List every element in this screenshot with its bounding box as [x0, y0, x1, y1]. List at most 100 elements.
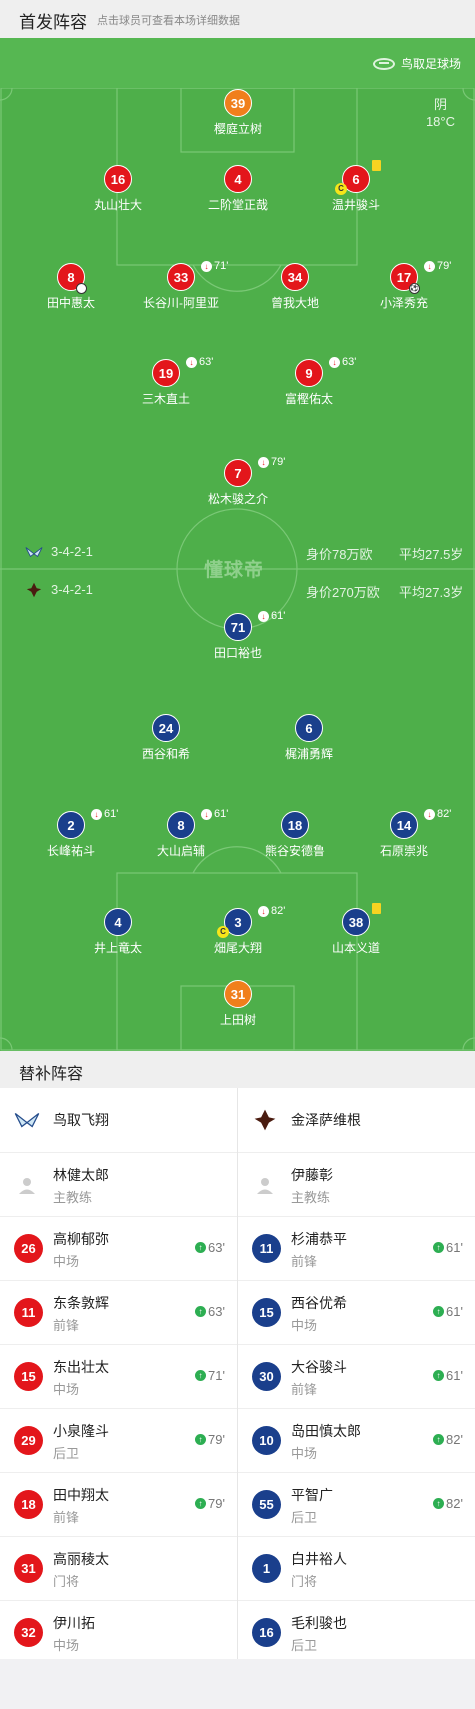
- sub-time: 82': [271, 905, 286, 917]
- home-player[interactable]: 8 田中惠太: [21, 263, 121, 311]
- sub-on-icon: ↑: [433, 1498, 445, 1509]
- away-team-crest-icon: [254, 1109, 276, 1131]
- sub-time: 71': [214, 260, 229, 272]
- away-formation-row: 3-4-2-1 身价270万欧 平均27.3岁: [0, 581, 475, 601]
- home-bench: 鸟取飞翔 林健太郎 主教练 26 高柳郁弥 中场 ↑ 63' 11 东条敦辉 前锋…: [0, 1088, 237, 1664]
- player-name: 三木直土: [141, 392, 190, 406]
- bench-player-row[interactable]: 55 平智广 后卫 ↑ 82': [238, 1473, 475, 1537]
- bench-player-number: 10: [252, 1426, 281, 1455]
- sub-off-icon: ↓: [258, 610, 269, 622]
- sub-on-icon: ↑: [195, 1306, 207, 1317]
- away-player[interactable]: 24 西谷和希: [116, 714, 216, 762]
- bench-player-position: 门将: [291, 1574, 318, 1589]
- sub-on-icon: ↑: [433, 1242, 445, 1253]
- sub-time: 82': [437, 808, 452, 820]
- player-number: 3: [234, 915, 242, 930]
- bench-player-row[interactable]: 16 毛利骏也 后卫: [238, 1601, 475, 1664]
- player-number-wrap: 38: [342, 903, 381, 936]
- bench-player-row[interactable]: 29 小泉隆斗 后卫 ↑ 79': [0, 1409, 237, 1473]
- away-player[interactable]: 38 山本义道: [306, 903, 406, 956]
- player-number: 33: [173, 270, 189, 285]
- player-number: 16: [104, 165, 132, 193]
- bench-player-row[interactable]: 30 大谷骏斗 前锋 ↑ 61': [238, 1345, 475, 1409]
- home-player[interactable]: 17 ⚽ ↓ 79' 小泽秀充: [354, 260, 454, 311]
- sub-on-badge: ↑ 82': [433, 1496, 463, 1511]
- bench-player-row[interactable]: 32 伊川拓 中场: [0, 1601, 237, 1664]
- away-player[interactable]: 6 梶浦勇辉: [259, 714, 359, 762]
- home-player[interactable]: 4 二阶堂正哉: [188, 165, 288, 213]
- home-player[interactable]: 6 C 温井骏斗: [306, 160, 406, 213]
- goal-ball-icon: ⚽: [409, 283, 420, 294]
- captain-badge: C: [217, 926, 229, 938]
- bench-player-position: 前锋: [53, 1510, 80, 1525]
- home-player-goalkeeper[interactable]: 39 樱庭立树: [188, 89, 288, 137]
- sub-time: 79': [271, 456, 286, 468]
- home-player[interactable]: 34 曾我大地: [245, 263, 345, 311]
- sub-off-icon: ↓: [201, 260, 212, 272]
- home-formation-row: 3-4-2-1 身价78万欧 平均27.5岁: [0, 543, 475, 563]
- sub-on-icon: ↑: [195, 1434, 207, 1445]
- away-team-name: 金泽萨维根: [291, 1112, 361, 1128]
- player-name: 田口裕也: [213, 646, 262, 660]
- player-number-wrap: 3 C: [217, 908, 252, 938]
- sub-time: 71': [208, 1368, 225, 1383]
- bench-player-position: 中场: [291, 1446, 318, 1461]
- home-team-crest-icon: [14, 1112, 40, 1128]
- coach-name: 林健太郎: [53, 1167, 109, 1183]
- bench-player-name: 杉浦恭平: [291, 1231, 347, 1247]
- sub-on-badge: ↑ 79': [195, 1496, 225, 1511]
- player-number: 4: [104, 908, 132, 936]
- bench-player-row[interactable]: 26 高柳郁弥 中场 ↑ 63': [0, 1217, 237, 1281]
- away-market-value: 身价270万欧: [306, 585, 380, 600]
- sub-time: 61': [446, 1240, 463, 1255]
- bench-player-row[interactable]: 15 西谷优希 中场 ↑ 61': [238, 1281, 475, 1345]
- bench-player-row[interactable]: 11 东条敦辉 前锋 ↑ 63': [0, 1281, 237, 1345]
- away-player[interactable]: 3 C ↓ 82' 畑尾大翔: [188, 905, 288, 956]
- home-player[interactable]: 9 ↓ 63' 富樫佑太: [259, 356, 359, 407]
- bench-player-number: 55: [252, 1490, 281, 1519]
- away-player[interactable]: 18 熊谷安德鲁: [245, 811, 345, 859]
- bench-player-row[interactable]: 10 岛田慎太郎 中场 ↑ 82': [238, 1409, 475, 1473]
- home-coach-row[interactable]: 林健太郎 主教练: [0, 1153, 237, 1217]
- bench-player-row[interactable]: 1 白井裕人 门将: [238, 1537, 475, 1601]
- bench-player-row[interactable]: 31 高丽稜太 门将: [0, 1537, 237, 1601]
- home-player[interactable]: 16 丸山壮大: [68, 165, 168, 213]
- away-player[interactable]: 14 ↓ 82' 石原崇兆: [354, 808, 454, 859]
- bench-player-position: 前锋: [291, 1382, 318, 1397]
- bench-player-position: 门将: [53, 1574, 80, 1589]
- venue-info: 鸟取足球场: [372, 55, 461, 72]
- bench-player-name: 岛田慎太郎: [291, 1423, 361, 1439]
- player-number: 2: [57, 811, 85, 839]
- away-coach-row[interactable]: 伊藤彰 主教练: [238, 1153, 475, 1217]
- player-number: 6: [352, 172, 360, 187]
- away-player[interactable]: 8 ↓ 61' 大山启辅: [131, 808, 231, 859]
- player-number: 18: [281, 811, 309, 839]
- bench-player-position: 后卫: [291, 1510, 318, 1525]
- player-number: 71: [224, 613, 252, 641]
- sub-on-icon: ↑: [195, 1498, 207, 1509]
- bench-player-row[interactable]: 18 田中翔太 前锋 ↑ 79': [0, 1473, 237, 1537]
- bench-list: 鸟取飞翔 林健太郎 主教练 26 高柳郁弥 中场 ↑ 63' 11 东条敦辉 前锋…: [0, 1088, 475, 1659]
- away-player-goalkeeper[interactable]: 31 上田树: [188, 980, 288, 1028]
- player-name: 松木骏之介: [207, 492, 268, 506]
- sub-time: 79': [208, 1496, 225, 1511]
- home-player[interactable]: 19 ↓ 63' 三木直土: [116, 356, 216, 407]
- sub-off-icon: ↓: [329, 356, 340, 368]
- home-player[interactable]: 7 ↓ 79' 松木骏之介: [188, 456, 288, 507]
- sub-time: 63': [342, 356, 357, 368]
- away-player[interactable]: 2 ↓ 61' 长峰祐斗: [21, 808, 121, 859]
- player-number: 17: [396, 270, 412, 285]
- bench-player-name: 平智广: [291, 1487, 333, 1503]
- sub-on-icon: ↑: [195, 1370, 207, 1381]
- player-name: 畑尾大翔: [213, 941, 262, 955]
- bench-player-row[interactable]: 15 东出壮太 中场 ↑ 71': [0, 1345, 237, 1409]
- home-player[interactable]: 33 ↓ 71' 长谷川-阿里亚: [131, 260, 231, 311]
- away-player[interactable]: 71 ↓ 61' 田口裕也: [188, 610, 288, 661]
- bench-player-position: 中场: [53, 1382, 80, 1397]
- away-player[interactable]: 4 井上竜太: [68, 908, 168, 956]
- weather-condition: 阴: [433, 97, 447, 112]
- bench-player-number: 29: [14, 1426, 43, 1455]
- sub-on-badge: ↑ 71': [195, 1368, 225, 1383]
- sub-time: 79': [437, 260, 452, 272]
- bench-player-row[interactable]: 11 杉浦恭平 前锋 ↑ 61': [238, 1217, 475, 1281]
